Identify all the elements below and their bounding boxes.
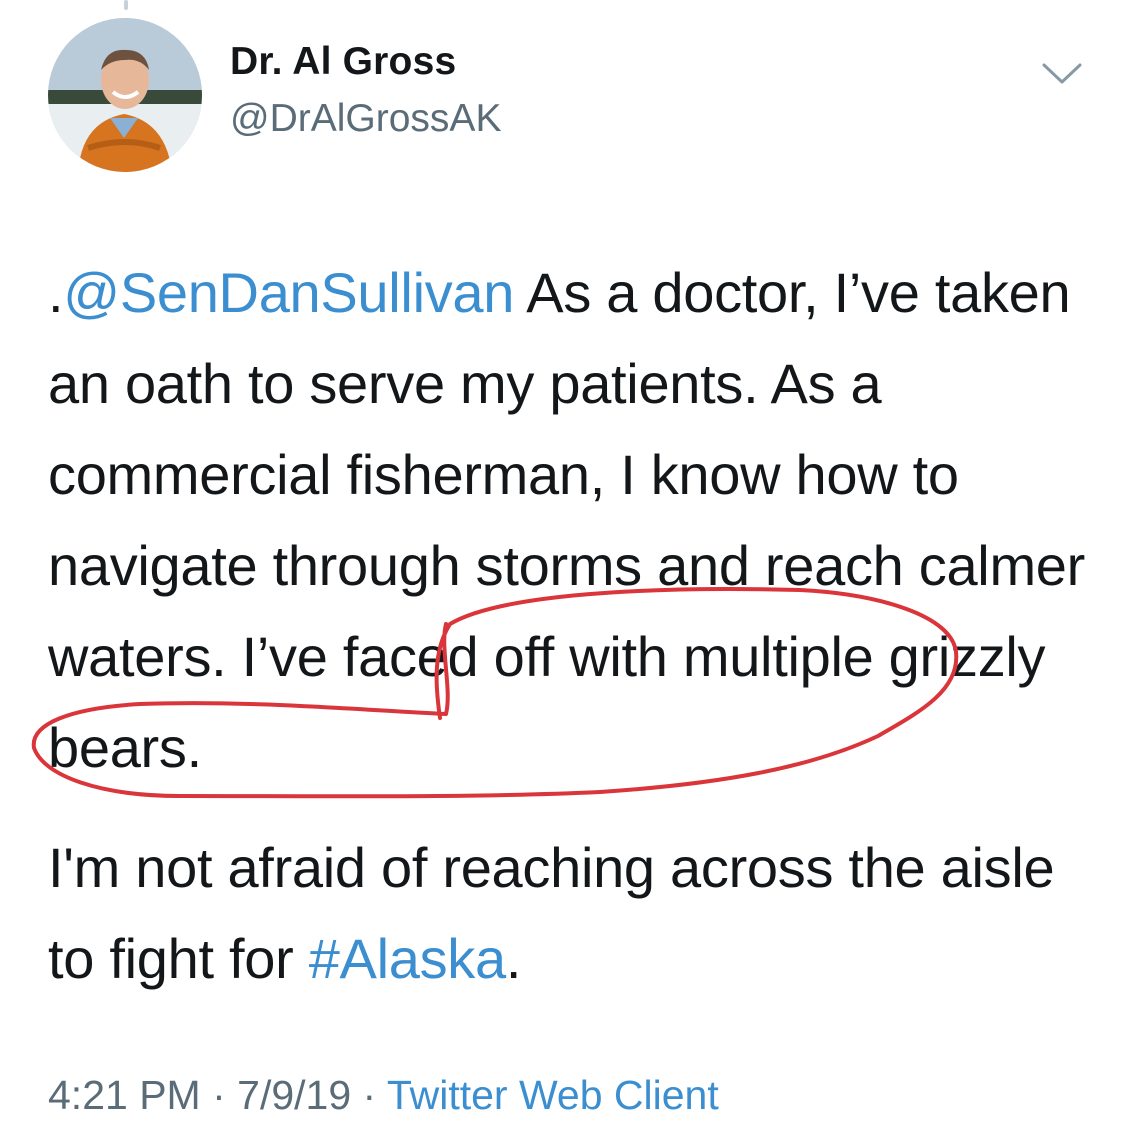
tweet-time[interactable]: 4:21 PM: [48, 1072, 201, 1118]
tweet-date[interactable]: 7/9/19: [237, 1072, 351, 1118]
thread-connector: [124, 0, 128, 10]
chevron-down-icon: [1042, 63, 1082, 84]
more-menu-button[interactable]: [1040, 58, 1084, 88]
tweet-end-punctuation: .: [505, 927, 522, 990]
avatar-photo: [48, 18, 202, 172]
tweet-body-paragraph-1: As a doctor, I’ve taken an oath to serve…: [48, 261, 1085, 779]
author-display-name[interactable]: Dr. Al Gross: [230, 40, 456, 84]
mention-prefix: .: [48, 261, 64, 324]
hashtag-link[interactable]: #Alaska: [309, 927, 506, 990]
tweet-text: .@SenDanSullivan As a doctor, I’ve taken…: [48, 247, 1098, 793]
avatar[interactable]: [48, 18, 202, 172]
tweet-source-link[interactable]: Twitter Web Client: [387, 1072, 719, 1118]
tweet-body-paragraph-2: I'm not afraid of reaching across the ai…: [48, 836, 1055, 990]
tweet-metadata: 4:21 PM · 7/9/19 · Twitter Web Client: [48, 1072, 719, 1119]
author-handle[interactable]: @DrAlGrossAK: [230, 97, 501, 141]
mention-link[interactable]: @SenDanSullivan: [63, 261, 514, 324]
tweet-body-paragraph-2-container: I'm not afraid of reaching across the ai…: [48, 822, 1098, 1004]
meta-separator: ·: [351, 1072, 387, 1118]
meta-separator: ·: [200, 1072, 238, 1118]
